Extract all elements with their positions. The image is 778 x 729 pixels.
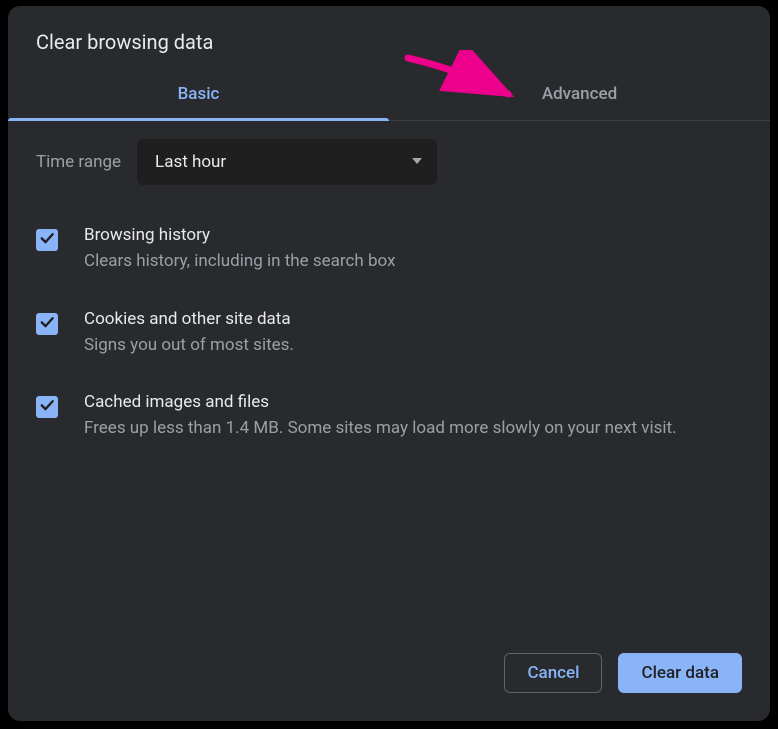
dialog-content: Time range Last hour Browsing history Cl… — [8, 121, 770, 635]
checkbox-cached[interactable] — [36, 396, 58, 418]
option-title: Browsing history — [84, 225, 742, 245]
option-subtitle: Signs you out of most sites. — [84, 333, 742, 359]
check-icon — [38, 313, 56, 335]
clear-data-button[interactable]: Clear data — [618, 653, 742, 693]
time-range-label: Time range — [36, 152, 121, 172]
checkbox-cookies[interactable] — [36, 313, 58, 335]
time-range-value: Last hour — [155, 152, 226, 172]
tab-basic[interactable]: Basic — [8, 70, 389, 120]
dialog-actions: Cancel Clear data — [8, 635, 770, 721]
option-text: Cookies and other site data Signs you ou… — [84, 309, 742, 359]
check-icon — [38, 229, 56, 251]
option-cookies: Cookies and other site data Signs you ou… — [36, 309, 742, 359]
option-text: Cached images and files Frees up less th… — [84, 392, 742, 442]
cancel-button[interactable]: Cancel — [504, 653, 602, 693]
check-icon — [38, 396, 56, 418]
option-browsing-history: Browsing history Clears history, includi… — [36, 225, 742, 275]
option-text: Browsing history Clears history, includi… — [84, 225, 742, 275]
option-subtitle: Clears history, including in the search … — [84, 249, 742, 275]
option-subtitle: Frees up less than 1.4 MB. Some sites ma… — [84, 416, 742, 442]
dialog-title: Clear browsing data — [8, 6, 770, 70]
tab-advanced[interactable]: Advanced — [389, 70, 770, 120]
time-range-row: Time range Last hour — [36, 139, 742, 185]
tabs: Basic Advanced — [8, 70, 770, 121]
option-title: Cached images and files — [84, 392, 742, 412]
checkbox-browsing-history[interactable] — [36, 229, 58, 251]
time-range-select[interactable]: Last hour — [137, 139, 437, 185]
option-cached: Cached images and files Frees up less th… — [36, 392, 742, 442]
clear-browsing-data-dialog: Clear browsing data Basic Advanced Time … — [8, 6, 770, 721]
chevron-down-icon — [411, 152, 423, 172]
option-title: Cookies and other site data — [84, 309, 742, 329]
